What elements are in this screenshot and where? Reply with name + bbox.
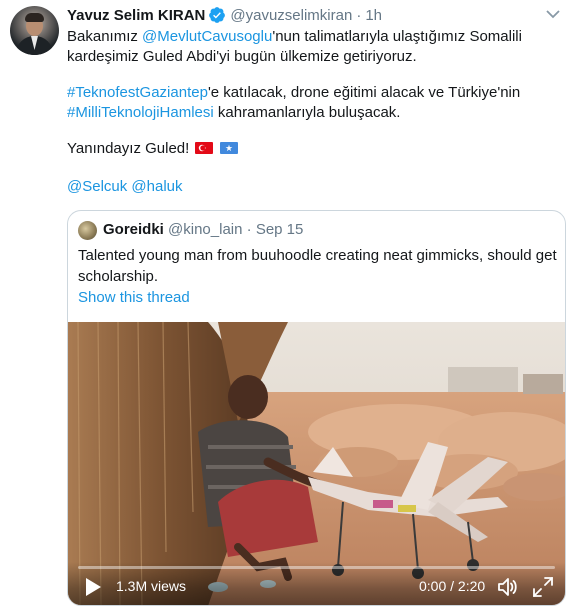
- tweet-mentions-line: @Selcuk @haluk: [67, 177, 183, 197]
- chevron-down-icon[interactable]: [545, 8, 561, 20]
- turkey-flag-icon: [195, 142, 214, 154]
- author-display-name[interactable]: Yavuz Selim KIRAN: [67, 7, 205, 24]
- video-progress-bar[interactable]: [78, 566, 555, 569]
- video-controls-bar: 1.3M views 0:00 / 2:20: [68, 562, 565, 605]
- video-player[interactable]: 1.3M views 0:00 / 2:20: [68, 322, 565, 605]
- video-view-count: 1.3M views: [116, 578, 187, 594]
- author-avatar[interactable]: [10, 6, 59, 55]
- quoted-tweet-header: Goreidki @kino_lain · Sep 15: [103, 220, 303, 240]
- quoted-header-separator: ·: [246, 221, 252, 238]
- tweet-text-line-2: kardeşimiz Guled Abdi'yi bugün ülkemize …: [67, 48, 417, 65]
- hashtag-link[interactable]: #TeknofestGaziantep: [67, 84, 208, 101]
- verified-badge-icon: [209, 7, 226, 23]
- mention-link[interactable]: @MevlutCavusoglu: [142, 28, 272, 45]
- somalia-flag-icon: [219, 142, 238, 154]
- tweet-text-line-5: Yanındayız Guled!: [67, 139, 238, 159]
- play-icon[interactable]: [80, 575, 104, 599]
- mention-link[interactable]: @haluk: [131, 178, 182, 195]
- tweet-text-line-3: #TeknofestGaziantep'e katılacak, drone e…: [67, 84, 521, 101]
- quoted-tweet-card[interactable]: Goreidki @kino_lain · Sep 15 Talented yo…: [67, 210, 566, 606]
- mention-link[interactable]: @Selcuk: [67, 178, 127, 195]
- header-separator: ·: [356, 6, 362, 24]
- video-timecode: 0:00 / 2:20: [419, 578, 486, 594]
- hashtag-link[interactable]: #MilliTeknolojiHamlesi: [67, 104, 214, 121]
- quoted-author-avatar: [78, 221, 97, 240]
- tweet-header: Yavuz Selim KIRAN @yavuzselimkiran · 1h: [67, 5, 382, 25]
- tweet-text-line-4: #MilliTeknolojiHamlesi kahramanlarıyla b…: [67, 104, 401, 121]
- volume-icon[interactable]: [496, 575, 520, 599]
- quoted-author-name: Goreidki: [103, 221, 164, 238]
- quoted-tweet-text-line-2: scholarship.: [78, 268, 159, 285]
- show-thread-link[interactable]: Show this thread: [78, 289, 190, 306]
- quoted-tweet-text-line-1: Talented young man from buuhoodle creati…: [78, 247, 557, 264]
- fullscreen-icon[interactable]: [531, 575, 555, 599]
- quoted-tweet-date: Sep 15: [255, 221, 304, 238]
- author-handle[interactable]: @yavuzselimkiran: [230, 7, 352, 24]
- tweet-timestamp[interactable]: 1h: [365, 7, 382, 24]
- quoted-author-handle: @kino_lain: [168, 221, 243, 238]
- tweet-text-line-1: Bakanımız @MevlutCavusoglu'nun talimatla…: [67, 28, 522, 45]
